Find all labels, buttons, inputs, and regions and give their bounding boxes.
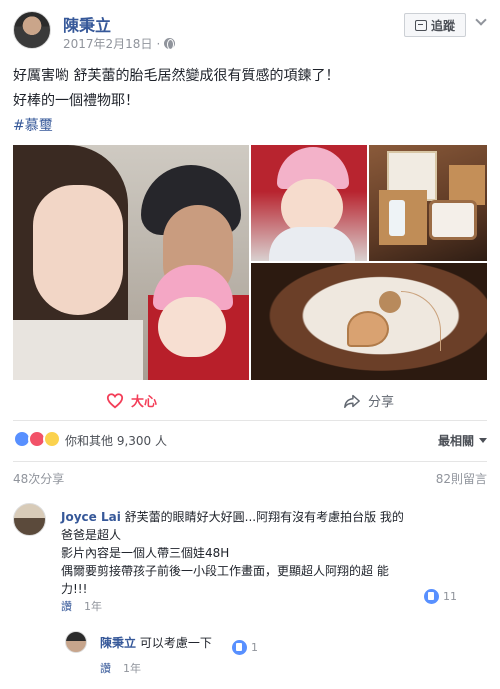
post-text-line-1: 好厲害喲 舒芙蕾的胎毛居然變成很有質感的項鍊了！ xyxy=(13,68,340,84)
reply-text: 可以考慮一下 xyxy=(136,636,212,650)
share-count[interactable]: 48次分享 xyxy=(13,470,64,487)
commenter-avatar[interactable] xyxy=(13,503,46,536)
globe-icon xyxy=(164,38,176,50)
comment-text-line: 爸爸是超人 xyxy=(61,528,122,542)
wow-icon xyxy=(43,430,61,448)
photo-baby[interactable] xyxy=(251,145,367,261)
photo-necklace[interactable] xyxy=(251,263,487,380)
comment-text-line: 偶爾要剪接帶孩子前後一小段工作畫面，更顯超人阿翔的超 能 xyxy=(61,564,389,578)
share-icon xyxy=(344,394,360,408)
reply-like-number: 1 xyxy=(251,641,258,654)
reaction-icons[interactable] xyxy=(13,430,61,448)
stats-row: 48次分享 82則留言 xyxy=(13,461,487,489)
share-button[interactable]: 分享 xyxy=(343,391,394,410)
hashtag-link[interactable]: #慕璽 xyxy=(13,118,53,134)
comment: Joyce Lai 舒芙蕾的眼睛好大好圓...阿翔有沒有考慮拍台版 我的 爸爸是… xyxy=(61,508,466,598)
reply-actions: 讚 1年 xyxy=(100,660,141,676)
comment-actions: 讚 1年 xyxy=(61,598,102,614)
reply-avatar[interactable] xyxy=(65,631,87,653)
follow-icon xyxy=(414,19,427,31)
chevron-down-icon[interactable] xyxy=(474,14,488,28)
comment-like-count[interactable]: 11 xyxy=(424,589,457,604)
share-label: 分享 xyxy=(368,395,395,410)
comment-text-line: 力!!! xyxy=(61,582,88,596)
love-button[interactable]: 大心 xyxy=(106,391,157,410)
post-date[interactable]: 2017年2月18日 xyxy=(63,35,152,52)
thumbs-up-icon xyxy=(424,589,439,604)
reactions-count[interactable]: 你和其他 9,300 人 xyxy=(65,432,167,449)
comment-like-link[interactable]: 讚 xyxy=(61,598,72,614)
reply-time[interactable]: 1年 xyxy=(123,660,141,676)
comment-author[interactable]: Joyce Lai xyxy=(61,510,121,524)
reply-like-count[interactable]: 1 xyxy=(232,640,258,655)
comment-text-line: 影片內容是一個人帶三個娃48H xyxy=(61,546,230,560)
meta-separator: · xyxy=(156,36,161,51)
author-name[interactable]: 陳秉立 xyxy=(63,12,111,36)
post-meta: 2017年2月18日 · xyxy=(63,35,176,52)
reply-like-link[interactable]: 讚 xyxy=(100,660,111,676)
action-bar: 大心 分享 xyxy=(13,381,487,421)
love-label: 大心 xyxy=(131,395,158,410)
post-text: 好厲害喲 舒芙蕾的胎毛居然變成很有質感的項鍊了！ 好棒的一個禮物耶！ #慕璽 xyxy=(13,64,487,139)
caret-down-icon xyxy=(479,438,487,443)
follow-label: 追蹤 xyxy=(430,18,455,33)
reactions-row: 你和其他 9,300 人 最相關 xyxy=(13,430,487,450)
comment-time[interactable]: 1年 xyxy=(84,598,102,614)
comment-count[interactable]: 82則留言 xyxy=(436,470,487,487)
thumbs-up-icon xyxy=(232,640,247,655)
photo-product-box[interactable] xyxy=(369,145,487,261)
photo-family[interactable] xyxy=(13,145,249,380)
comment-like-number: 11 xyxy=(443,590,457,603)
author-avatar[interactable] xyxy=(13,11,51,49)
follow-button[interactable]: 追蹤 xyxy=(404,13,466,37)
comment-text-line: 舒芙蕾的眼睛好大好圓...阿翔有沒有考慮拍台版 我的 xyxy=(120,510,404,524)
sort-label: 最相關 xyxy=(437,434,474,448)
post-text-line-2: 好棒的一個禮物耶！ xyxy=(13,93,139,109)
heart-icon xyxy=(106,392,124,408)
reply-author[interactable]: 陳秉立 xyxy=(100,636,136,650)
facebook-post: 陳秉立 2017年2月18日 · 追蹤 好厲害喲 舒芙蕾的胎毛居然變成很有質感的… xyxy=(0,0,500,689)
comment-sort-select[interactable]: 最相關 xyxy=(438,432,487,449)
